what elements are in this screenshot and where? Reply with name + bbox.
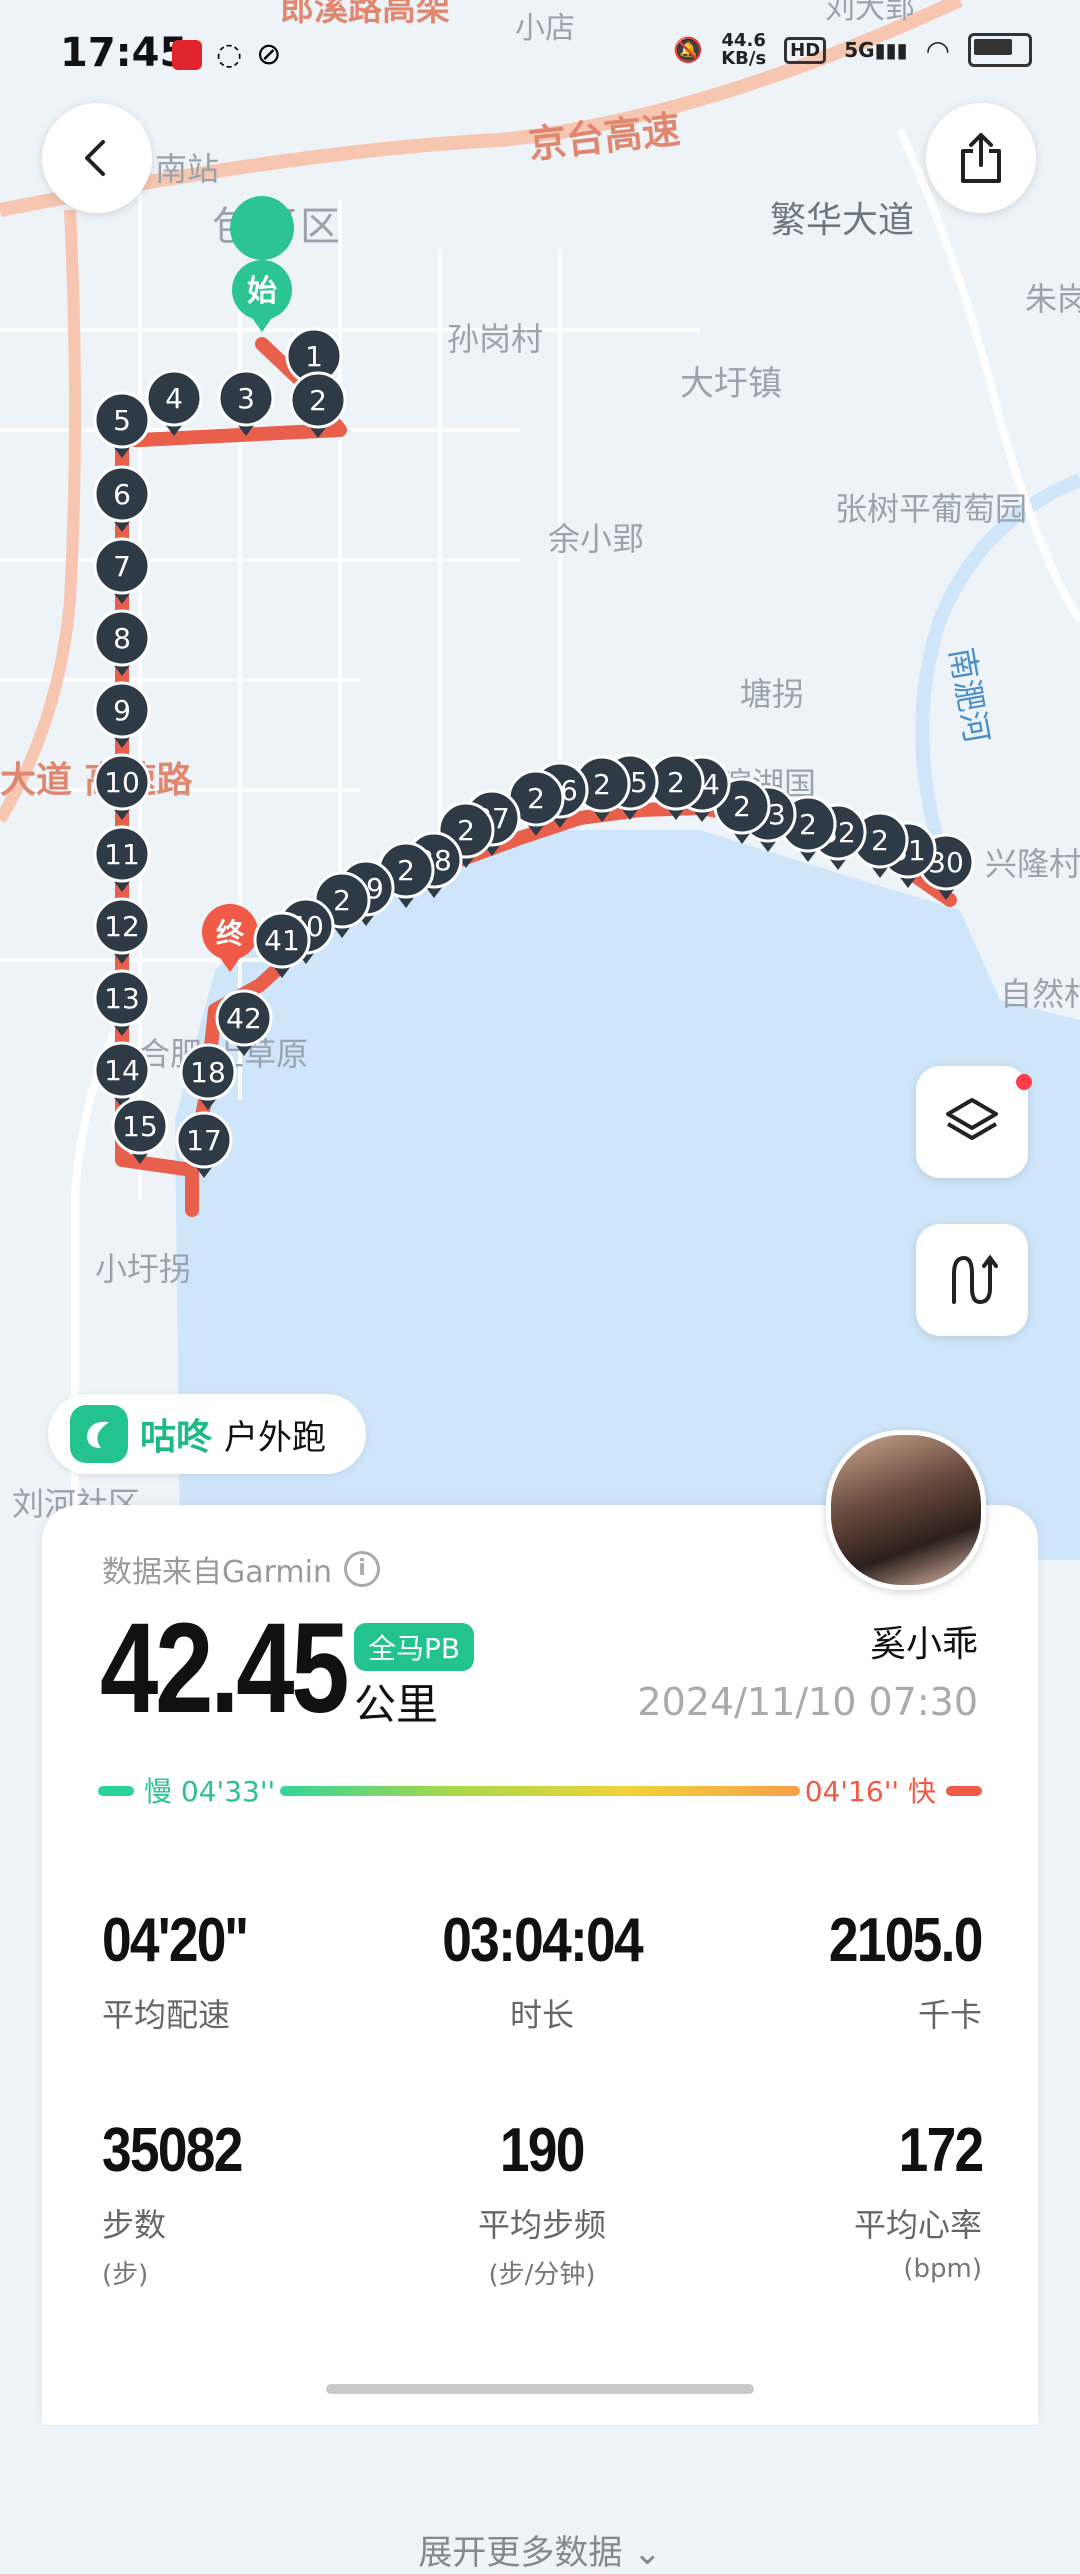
- svg-text:7: 7: [113, 550, 131, 583]
- share-icon: [961, 133, 1001, 183]
- svg-text:10: 10: [104, 766, 140, 799]
- svg-text:42: 42: [226, 1002, 262, 1035]
- distance-value: 42.45: [100, 1597, 350, 1740]
- svg-text:2: 2: [871, 824, 889, 857]
- activity-type: 户外跑: [224, 1417, 327, 1458]
- svg-text:6: 6: [113, 478, 131, 511]
- svg-text:终: 终: [216, 917, 245, 950]
- svg-text:2: 2: [397, 854, 415, 887]
- svg-text:2: 2: [527, 782, 545, 815]
- svg-text:2: 2: [799, 808, 817, 841]
- svg-text:2: 2: [333, 884, 351, 917]
- chevron-down-icon: ⌄: [633, 2533, 662, 2573]
- svg-text:5: 5: [113, 404, 131, 437]
- svg-text:2: 2: [593, 768, 611, 801]
- svg-text:9: 9: [113, 694, 131, 727]
- avatar[interactable]: [826, 1430, 986, 1590]
- map-label: 张树平葡萄园: [835, 490, 1027, 528]
- username[interactable]: 奚小乖: [870, 1615, 978, 1667]
- svg-text:2: 2: [733, 790, 751, 823]
- svg-text:41: 41: [264, 924, 300, 957]
- svg-text:始: 始: [247, 274, 277, 309]
- svg-text:2: 2: [667, 766, 685, 799]
- pace-fast-label: 04'16'' 快: [804, 1775, 936, 1808]
- map-label: 朱岗: [1025, 280, 1080, 318]
- stat-calories: 2105.0 千卡: [829, 1906, 983, 2034]
- stats-row-2: 35082 步数 (步) 190 平均步频 (步/分钟) 172 平均心率 (b…: [102, 2115, 984, 2291]
- xiaohongshu-icon: [172, 40, 202, 70]
- status-bar: 17:45 ◌ ⊘ 🔕 44.6 KB/s HD 5G▮▮▮ ◠: [0, 0, 1080, 110]
- home-indicator: [326, 2384, 754, 2394]
- chevron-left-icon: [85, 140, 105, 176]
- summary-card: 数据来自Garmin i 42.45 全马PB 公里 奚小乖 2024/11/1…: [42, 1505, 1038, 2573]
- map-label: 塘拐: [740, 675, 804, 713]
- stats-row-1: 04'20'' 平均配速 03:04:04 时长 2105.0 千卡: [102, 1905, 984, 2036]
- codoon-logo-icon: [70, 1405, 128, 1463]
- data-source: 数据来自Garmin i: [102, 1547, 381, 1591]
- pace-gradient-bar: [280, 1786, 800, 1796]
- expand-more-button[interactable]: 展开更多数据 ⌄: [42, 2525, 1038, 2574]
- back-button[interactable]: [42, 103, 152, 213]
- svg-text:18: 18: [190, 1056, 226, 1089]
- wechat-icon: ◌: [216, 37, 243, 72]
- wifi-icon: ◠: [925, 33, 950, 67]
- browser-icon: ⊘: [256, 37, 282, 72]
- svg-text:1: 1: [305, 340, 323, 373]
- pace-legend: 慢 04'33'' 04'16'' 快: [98, 1770, 982, 1810]
- pb-badge: 全马PB: [354, 1623, 475, 1671]
- map-label: 大圩镇: [680, 364, 782, 404]
- map-label: 自然村: [1000, 975, 1080, 1013]
- map-label: 繁华大道: [770, 200, 914, 241]
- svg-text:3: 3: [237, 382, 255, 415]
- pace-fast-cap: [946, 1786, 982, 1796]
- activity-datetime: 2024/11/10 07:30: [637, 1680, 978, 1724]
- stat-cadence: 190 平均步频 (步/分钟): [477, 2116, 606, 2290]
- stat-heart-rate: 172 平均心率 (bpm): [853, 2116, 984, 2284]
- distance-unit: 公里: [354, 1680, 439, 1729]
- svg-text:2: 2: [309, 384, 327, 417]
- map-label: 兴隆村: [985, 845, 1080, 883]
- battery-icon: [968, 33, 1032, 67]
- map-label: 余小郢: [548, 520, 644, 558]
- network-speed: 44.6 KB/s: [721, 30, 767, 69]
- route-toggle-button[interactable]: [916, 1224, 1028, 1336]
- svg-text:13: 13: [104, 982, 140, 1015]
- svg-text:14: 14: [104, 1054, 140, 1087]
- stat-duration: 03:04:04 时长: [442, 1906, 643, 2034]
- info-icon[interactable]: i: [344, 1551, 381, 1587]
- brand-name: 咕咚: [140, 1417, 213, 1458]
- svg-text:17: 17: [186, 1124, 222, 1157]
- map-layers-button[interactable]: [916, 1066, 1032, 1178]
- map-label: 孙岗村: [447, 320, 543, 358]
- brand-tag: 咕咚 户外跑: [48, 1394, 367, 1474]
- signal-icon: 5G▮▮▮: [844, 38, 908, 62]
- map-label: 南站: [155, 150, 219, 188]
- pace-slow-cap: [98, 1786, 134, 1796]
- status-time: 17:45: [60, 30, 188, 76]
- svg-text:15: 15: [122, 1110, 158, 1143]
- pace-slow-label: 慢 04'33'': [144, 1775, 276, 1808]
- wave-path-icon: [952, 1254, 998, 1305]
- svg-text:8: 8: [113, 622, 131, 655]
- svg-text:2: 2: [457, 814, 475, 847]
- hd-badge: HD: [784, 36, 827, 64]
- route-map[interactable]: 郎溪路高架 小店 刘大郢 南站 包河区 京台高速 繁华大道 孙岗村 大圩镇 余小…: [0, 0, 1080, 1560]
- mute-icon: 🔕: [673, 36, 704, 64]
- share-button[interactable]: [926, 103, 1036, 213]
- svg-text:4: 4: [165, 382, 183, 415]
- notification-dot: [1016, 1074, 1032, 1090]
- svg-text:12: 12: [104, 910, 140, 943]
- stat-avg-pace: 04'20'' 平均配速: [102, 1906, 248, 2034]
- layers-icon: [946, 1098, 998, 1140]
- stat-steps: 35082 步数 (步): [102, 2116, 243, 2290]
- svg-text:11: 11: [104, 838, 140, 871]
- map-label: 小圩拐: [95, 1250, 191, 1288]
